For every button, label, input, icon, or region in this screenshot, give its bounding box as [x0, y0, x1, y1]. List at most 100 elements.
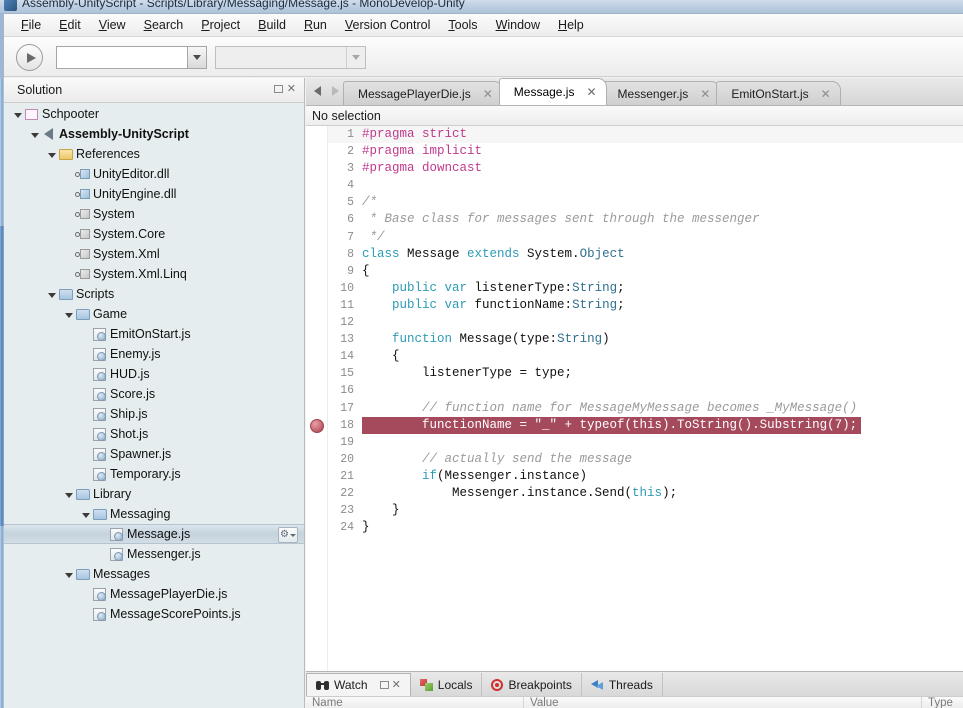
tree-item-system-xml-linq[interactable]: System.Xml.Linq — [4, 264, 304, 284]
tree-item-emitonstart-js[interactable]: EmitOnStart.js — [4, 324, 304, 344]
tree-item-messageplayerdie-js[interactable]: MessagePlayerDie.js — [4, 584, 304, 604]
menu-item-version-control[interactable]: Version Control — [336, 16, 439, 34]
code-line[interactable]: 14 { — [328, 348, 963, 365]
expander-arrow-icon[interactable] — [29, 127, 40, 141]
expander-arrow-icon[interactable] — [80, 507, 91, 521]
dock-icon[interactable] — [273, 85, 283, 93]
tree-item-messaging[interactable]: Messaging — [4, 504, 304, 524]
tree-item-system[interactable]: System — [4, 204, 304, 224]
pad-tab-threads[interactable]: Threads — [582, 673, 663, 696]
editor-tab-message-js[interactable]: Message.js ✕ — [498, 78, 607, 105]
code-line[interactable]: 10 public var listenerType:String; — [328, 280, 963, 297]
expander-arrow-icon[interactable] — [63, 307, 74, 321]
tree-item-system-xml[interactable]: System.Xml — [4, 244, 304, 264]
tree-item-messagescorepoints-js[interactable]: MessageScorePoints.js — [4, 604, 304, 624]
menu-item-help[interactable]: Help — [549, 16, 593, 34]
menu-item-edit[interactable]: Edit — [50, 16, 90, 34]
code-line[interactable]: 8 class Message extends System.Object — [328, 246, 963, 263]
configuration-combo[interactable] — [56, 46, 207, 69]
code-lines[interactable]: 1 #pragma strict 2 #pragma implicit 3 #pragma… — [328, 126, 963, 671]
expander-arrow-icon[interactable] — [46, 147, 57, 161]
arrow-left-icon[interactable] — [314, 86, 321, 96]
code-line[interactable]: 1 #pragma strict — [328, 126, 963, 144]
watch-column-header[interactable]: Name — [306, 697, 524, 708]
code-line[interactable]: 7 */ — [328, 229, 963, 246]
editor-tab-messageplayerdie-js[interactable]: MessagePlayerDie.js ✕ — [343, 81, 503, 105]
menu-item-window[interactable]: Window — [487, 16, 549, 34]
tree-item-shot-js[interactable]: Shot.js — [4, 424, 304, 444]
code-line[interactable]: 23 } — [328, 502, 963, 519]
menu-item-search[interactable]: Search — [135, 16, 193, 34]
tree-item-unityengine-dll[interactable]: UnityEngine.dll — [4, 184, 304, 204]
menu-item-run[interactable]: Run — [295, 16, 336, 34]
editor-tab-emitonstart-js[interactable]: EmitOnStart.js ✕ — [716, 81, 841, 105]
tree-item-ship-js[interactable]: Ship.js — [4, 404, 304, 424]
close-icon[interactable]: ✕ — [586, 85, 596, 99]
tree-item-schpooter[interactable]: Schpooter — [4, 104, 304, 124]
code-line[interactable]: 4 — [328, 177, 963, 194]
menu-item-build[interactable]: Build — [249, 16, 295, 34]
expander-arrow-icon[interactable] — [12, 107, 23, 121]
editor-tab-messenger-js[interactable]: Messenger.js ✕ — [602, 81, 721, 105]
menu-item-project[interactable]: Project — [192, 16, 249, 34]
menu-item-file[interactable]: File — [12, 16, 50, 34]
tree-item-enemy-js[interactable]: Enemy.js — [4, 344, 304, 364]
code-line[interactable]: 19 — [328, 434, 963, 451]
close-icon[interactable]: ✕ — [287, 84, 296, 95]
code-line[interactable]: 21 if(Messenger.instance) — [328, 468, 963, 485]
gear-icon[interactable]: ⚙ — [278, 527, 298, 543]
dock-icon[interactable] — [379, 681, 389, 689]
tree-item-hud-js[interactable]: HUD.js — [4, 364, 304, 384]
expander-arrow-icon[interactable] — [63, 487, 74, 501]
menu-item-tools[interactable]: Tools — [439, 16, 486, 34]
tree-item-references[interactable]: References — [4, 144, 304, 164]
code-line[interactable]: 6 * Base class for messages sent through… — [328, 211, 963, 228]
arrow-right-icon[interactable] — [332, 86, 339, 96]
tree-item-messenger-js[interactable]: Messenger.js — [4, 544, 304, 564]
close-icon[interactable]: ✕ — [483, 87, 493, 101]
chevron-down-icon[interactable] — [187, 47, 206, 68]
code-line[interactable]: 3 #pragma downcast — [328, 160, 963, 177]
code-line[interactable]: 11 public var functionName:String; — [328, 297, 963, 314]
chevron-down-icon[interactable] — [346, 47, 365, 68]
code-line[interactable]: 22 Messenger.instance.Send(this); — [328, 485, 963, 502]
menu-item-view[interactable]: View — [90, 16, 135, 34]
pad-tab-breakpoints[interactable]: Breakpoints — [482, 673, 582, 696]
tree-item-game[interactable]: Game — [4, 304, 304, 324]
tree-item-score-js[interactable]: Score.js — [4, 384, 304, 404]
code-line[interactable]: 15 listenerType = type; — [328, 365, 963, 382]
code-editor[interactable]: 1 #pragma strict 2 #pragma implicit 3 #pragma… — [306, 126, 963, 671]
code-line[interactable]: 18 functionName = "_" + typeof(this).ToS… — [328, 416, 963, 434]
run-button[interactable] — [16, 44, 43, 71]
code-line[interactable]: 17 // function name for MessageMyMessage… — [328, 400, 963, 417]
tree-item-message-js[interactable]: Message.js ⚙ — [4, 524, 304, 544]
code-line[interactable]: 20 // actually send the message — [328, 451, 963, 468]
tree-item-temporary-js[interactable]: Temporary.js — [4, 464, 304, 484]
pad-tab-locals[interactable]: Locals — [411, 673, 483, 696]
tree-item-messages[interactable]: Messages — [4, 564, 304, 584]
tree-item-system-core[interactable]: System.Core — [4, 224, 304, 244]
close-icon[interactable]: ✕ — [700, 87, 710, 101]
code-line[interactable]: 13 function Message(type:String) — [328, 331, 963, 348]
pad-tab-watch[interactable]: Watch ✕ — [306, 673, 411, 696]
code-line[interactable]: 5 /* — [328, 194, 963, 211]
runtime-combo[interactable] — [215, 46, 366, 69]
close-icon[interactable]: ✕ — [821, 87, 831, 101]
tree-item-library[interactable]: Library — [4, 484, 304, 504]
tree-item-scripts[interactable]: Scripts — [4, 284, 304, 304]
expander-arrow-icon[interactable] — [46, 287, 57, 301]
close-icon[interactable]: ✕ — [392, 680, 401, 691]
tree-item-assembly-unityscript[interactable]: Assembly-UnityScript — [4, 124, 304, 144]
code-line[interactable]: 16 — [328, 382, 963, 399]
tree-item-unityeditor-dll[interactable]: UnityEditor.dll — [4, 164, 304, 184]
code-line[interactable]: 2 #pragma implicit — [328, 143, 963, 160]
expander-arrow-icon[interactable] — [63, 567, 74, 581]
breakpoint-gutter[interactable] — [306, 126, 328, 671]
code-line[interactable]: 24} — [328, 519, 963, 536]
watch-column-header[interactable]: Type — [922, 697, 963, 708]
tree-item-spawner-js[interactable]: Spawner.js — [4, 444, 304, 464]
code-line[interactable]: 12 — [328, 314, 963, 331]
breakpoint-marker-icon[interactable] — [310, 418, 324, 433]
code-line[interactable]: 9{ — [328, 263, 963, 280]
watch-column-header[interactable]: Value — [524, 697, 922, 708]
